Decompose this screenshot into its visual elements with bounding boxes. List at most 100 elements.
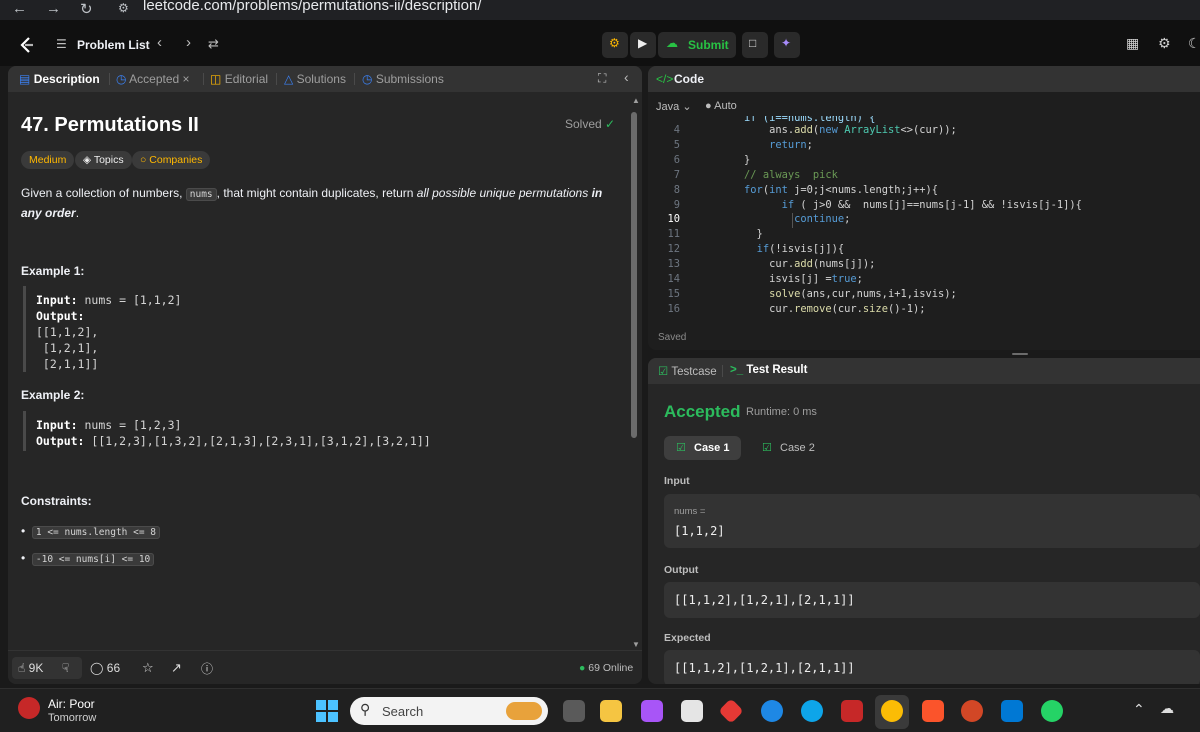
runtime: Runtime: 0 ms <box>746 406 817 418</box>
description-footer: ☝ 9K ☟ ◯ 66 ☆ ↗ ⓘ ● 69 Online <box>8 650 642 684</box>
tab-accepted[interactable]: ◷ Accepted × <box>116 72 190 86</box>
constraints-title: Constraints: <box>21 494 92 508</box>
theme-icon[interactable]: ☾ <box>1188 35 1200 52</box>
tab-testcase[interactable]: ☑ Testcase <box>658 364 717 378</box>
constraint-item: • 1 <= nums.length <= 8 <box>21 524 160 539</box>
windows-start-icon[interactable] <box>316 700 338 722</box>
address-bar[interactable]: leetcode.com/problems/permutations-ii/de… <box>143 0 482 14</box>
line-number: 8 <box>673 183 680 196</box>
panel-resize-handle[interactable] <box>1012 353 1028 355</box>
layout-icon[interactable]: ▦ <box>1126 35 1139 52</box>
checkbox-icon: ☑ <box>658 366 669 378</box>
line-number: 9 <box>673 198 680 211</box>
copilot-icon[interactable] <box>641 700 663 722</box>
notes-button[interactable]: □ <box>742 32 768 58</box>
mcafee-icon[interactable] <box>841 700 863 722</box>
case-2-tab[interactable]: ☑ Case 2 <box>752 436 829 460</box>
next-problem-icon[interactable]: › <box>186 34 191 51</box>
site-info-icon[interactable]: ⚙ <box>118 1 129 15</box>
code-line: // always pick <box>694 168 838 181</box>
line-number: 16 <box>667 302 680 315</box>
tab-test-result[interactable]: >_ Test Result <box>730 364 807 376</box>
cloud-icon[interactable]: ☁ <box>1160 700 1174 717</box>
browser-toolbar: ← → ↻ ⚙ leetcode.com/problems/permutatio… <box>0 0 1200 20</box>
run-button[interactable]: ▶ <box>630 32 656 58</box>
maximize-icon[interactable]: ⛶ <box>598 71 606 86</box>
code-panel-header: </> Code <box>648 66 1200 92</box>
collapse-icon[interactable]: ‹ <box>624 69 629 85</box>
comment-icon: ◯ <box>90 661 104 675</box>
companies-chip[interactable]: ○ Companies <box>132 151 211 169</box>
chrome-icon[interactable] <box>881 700 903 722</box>
debug-button[interactable]: ⚙ <box>602 32 628 58</box>
chevron-up-icon[interactable]: ⌃ <box>1133 701 1145 718</box>
tab-description[interactable]: ▤ Description <box>19 72 100 86</box>
taskbar-search[interactable]: ⚲ Search <box>350 697 548 725</box>
auto-mode[interactable]: ● Auto <box>705 100 737 112</box>
code-line: return; <box>769 138 813 151</box>
input-value: [1,1,2] <box>674 524 725 538</box>
sparkle-icon: ✦ <box>781 36 792 50</box>
input-var: nums = <box>674 506 706 517</box>
code-line: if(!isvis[j]){ <box>756 243 845 256</box>
topics-chip[interactable]: ◈ Topics <box>75 151 132 169</box>
note-icon: □ <box>749 36 757 50</box>
online-dot-icon: ● <box>579 662 586 674</box>
settings-icon[interactable]: ⚙ <box>1158 35 1171 52</box>
input-label: Input <box>664 475 690 487</box>
code-line: } <box>694 153 751 166</box>
vscode-icon[interactable] <box>1001 700 1023 722</box>
comments-button[interactable]: ◯ 66 <box>90 661 120 675</box>
prev-problem-icon[interactable]: ‹ <box>157 34 162 51</box>
brave-icon[interactable] <box>922 700 944 722</box>
share-icon[interactable]: ↗ <box>171 660 182 676</box>
star-icon[interactable]: ☆ <box>142 660 154 676</box>
example1-block: Input: nums = [1,1,2] Output: [[1,1,2], … <box>36 293 182 371</box>
shuffle-icon[interactable]: ⇄ <box>208 36 219 52</box>
line-number: 4 <box>673 124 680 136</box>
tab-solutions[interactable]: △ Solutions <box>284 72 346 86</box>
file-explorer-icon[interactable] <box>600 700 622 722</box>
line-number: 10 <box>667 213 680 226</box>
document-icon: ▤ <box>19 72 31 86</box>
history-icon: ◷ <box>116 72 127 86</box>
edge-icon[interactable] <box>801 700 823 722</box>
store-icon[interactable] <box>681 700 703 722</box>
code-line: } <box>694 228 763 241</box>
line-number: 11 <box>667 228 680 241</box>
close-tab-icon[interactable]: × <box>183 72 190 86</box>
tab-editorial[interactable]: ◫ Editorial <box>210 72 268 86</box>
submit-button[interactable]: ☁ Submit <box>658 32 736 58</box>
back-icon[interactable]: ← <box>12 0 27 17</box>
line-number: 13 <box>667 258 680 271</box>
page-title: 47. Permutations II <box>21 114 199 136</box>
problem-list-link[interactable]: Problem List <box>77 38 150 52</box>
ai-button[interactable]: ✦ <box>774 32 800 58</box>
whatsapp-icon[interactable] <box>1041 700 1063 722</box>
code-line: continue; <box>794 213 851 226</box>
air-quality-icon[interactable] <box>18 697 40 719</box>
leetcode-logo-icon[interactable] <box>18 36 36 54</box>
language-select[interactable]: Java ⌄ <box>656 100 692 113</box>
scroll-up-icon[interactable]: ▲ <box>632 96 640 105</box>
scrollbar[interactable]: ▲ ▼ <box>630 96 640 656</box>
tab-submissions[interactable]: ◷ Submissions <box>362 72 444 86</box>
test-panel-header: ☑ Testcase >_ Test Result <box>648 358 1200 384</box>
powerpoint-icon[interactable] <box>961 700 983 722</box>
weather-title[interactable]: Air: Poor <box>48 697 95 711</box>
help-icon[interactable]: ⓘ <box>201 660 213 677</box>
code-editor[interactable]: if (i==nums.length) { 4 ans.add(new Arra… <box>648 116 1200 326</box>
scrollbar-thumb[interactable] <box>631 112 637 438</box>
case-1-tab[interactable]: ☑ Case 1 <box>664 436 741 460</box>
reload-icon[interactable]: ↻ <box>80 0 93 18</box>
app-diamond-icon[interactable] <box>718 698 744 724</box>
globe-app-icon[interactable] <box>761 700 783 722</box>
example1-bar <box>23 286 26 372</box>
scroll-down-icon[interactable]: ▼ <box>632 640 640 649</box>
task-view-icon[interactable] <box>563 700 585 722</box>
dislike-icon[interactable]: ☟ <box>62 661 69 675</box>
like-button[interactable]: ☝ 9K <box>18 661 43 675</box>
forward-icon[interactable]: → <box>46 0 61 17</box>
check-icon: ☑ <box>762 442 772 454</box>
list-icon: ☰ <box>56 37 67 51</box>
